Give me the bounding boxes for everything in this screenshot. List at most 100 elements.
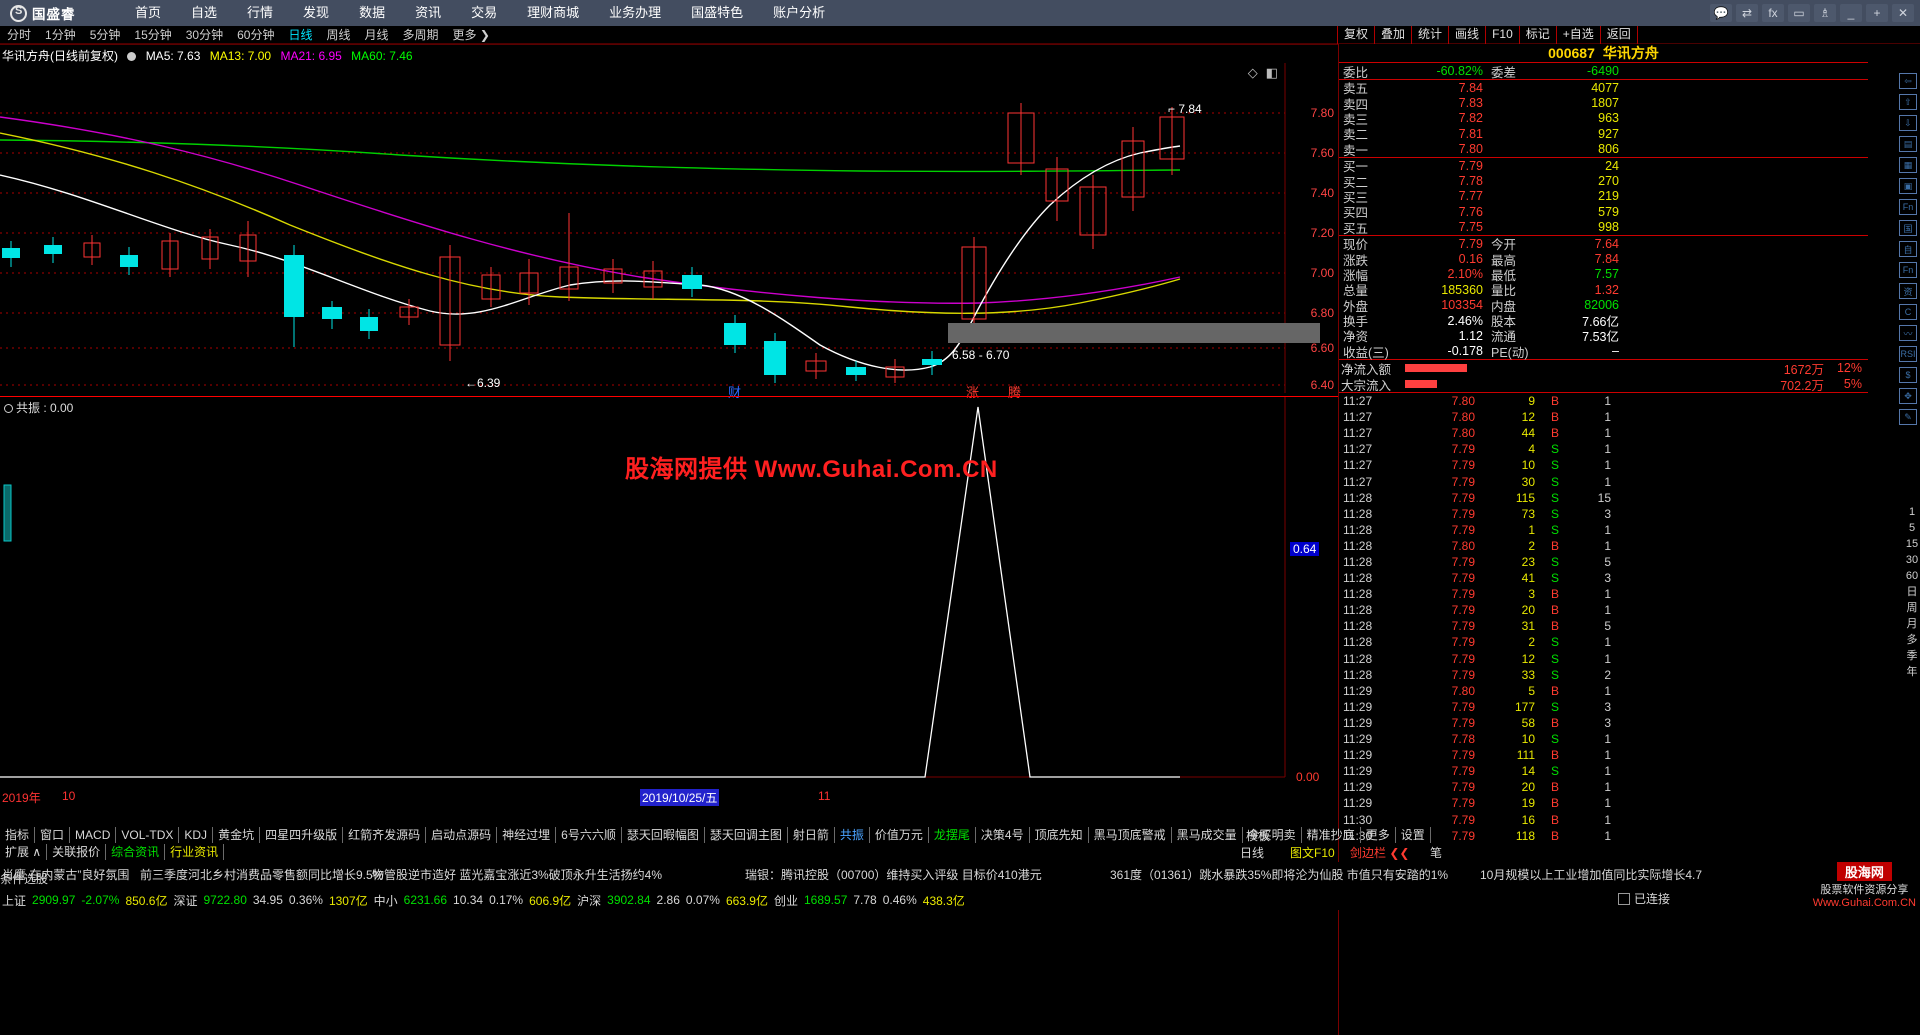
vperiod-季[interactable]: 季	[1907, 648, 1918, 664]
period-月线[interactable]: 月线	[358, 26, 396, 44]
ind-btn-12[interactable]: 瑟天回调主图	[705, 827, 788, 843]
period-60分钟[interactable]: 60分钟	[230, 26, 281, 44]
vperiod-15[interactable]: 15	[1906, 536, 1918, 552]
bid-row[interactable]: 买五 7.75 998	[1339, 220, 1868, 236]
move-icon[interactable]: ✥	[1898, 387, 1918, 405]
tick-row[interactable]: 11:29 7.79 20 B 1	[1339, 779, 1868, 795]
ext-btn-0[interactable]: 扩展 ∧	[0, 844, 48, 860]
pen-button[interactable]: 笔	[1430, 844, 1442, 861]
period-周线[interactable]: 周线	[319, 26, 357, 44]
fn5-icon[interactable]: 资	[1898, 282, 1918, 300]
period-30分钟[interactable]: 30分钟	[179, 26, 230, 44]
tick-row[interactable]: 11:28 7.80 2 B 1	[1339, 538, 1868, 554]
tick-row[interactable]: 11:27 7.79 30 S 1	[1339, 474, 1868, 490]
condition-stock-picker[interactable]: 条件选股	[0, 870, 120, 887]
chart-btn-画线[interactable]: 画线	[1448, 26, 1487, 44]
chart-btn-标记[interactable]: 标记	[1518, 26, 1557, 44]
fn1-icon[interactable]: Fn	[1898, 198, 1918, 216]
ind-btn-8[interactable]: 启动点源码	[426, 827, 498, 843]
ind-btn-0[interactable]: 指标	[0, 827, 36, 843]
bid-row[interactable]: 买四 7.76 579	[1339, 204, 1868, 221]
f10-chart-button[interactable]: 图文F10	[1290, 844, 1335, 861]
ind-btn-16[interactable]: 龙摆尾	[929, 827, 976, 843]
nav-item-3[interactable]: 发现	[288, 0, 344, 26]
tick-row[interactable]: 11:28 7.79 33 S 2	[1339, 667, 1868, 683]
tick-row[interactable]: 11:27 7.80 9 B 1	[1339, 393, 1868, 409]
settings-sliders-icon[interactable]: ⇄	[1736, 4, 1758, 22]
ext-btn-1[interactable]: 关联报价	[47, 844, 107, 860]
vperiod-多[interactable]: 多	[1907, 632, 1918, 648]
vperiod-5[interactable]: 5	[1909, 520, 1915, 536]
chart-btn-复权[interactable]: 复权	[1337, 26, 1376, 44]
minimize-icon[interactable]: _	[1840, 4, 1862, 22]
vperiod-60[interactable]: 60	[1906, 568, 1918, 584]
period-5分钟[interactable]: 5分钟	[83, 26, 128, 44]
condition-picker-label[interactable]: 条件选股	[0, 870, 120, 887]
vperiod-年[interactable]: 年	[1907, 664, 1918, 680]
shirt-icon[interactable]: ♗	[1814, 4, 1836, 22]
ind-btn-18[interactable]: 顶底先知	[1030, 827, 1089, 843]
ext-btn-3[interactable]: 行业资讯	[165, 844, 225, 860]
vperiod-1[interactable]: 1	[1909, 504, 1915, 520]
ask-row[interactable]: 卖一 7.80 806	[1339, 142, 1868, 158]
tick-row[interactable]: 11:27 7.79 10 S 1	[1339, 457, 1868, 473]
fn3-icon[interactable]: 自	[1898, 240, 1918, 258]
ind-btn-22[interactable]: 精准抄底	[1302, 827, 1361, 843]
bid-row[interactable]: 买二 7.78 270	[1339, 173, 1868, 190]
ext-btn-2[interactable]: 综合资讯	[106, 844, 166, 860]
rsi-icon[interactable]: RSI	[1898, 345, 1918, 363]
bid-row[interactable]: 买一 7.79 24	[1339, 158, 1868, 175]
fn2-icon[interactable]: 国	[1898, 219, 1918, 237]
tick-row[interactable]: 11:29 7.79 58 B 3	[1339, 715, 1868, 731]
fn6-icon[interactable]: C	[1898, 303, 1918, 321]
period-分时[interactable]: 分时	[0, 26, 38, 44]
ind-btn-20[interactable]: 黑马成交量	[1172, 827, 1243, 843]
period-15分钟[interactable]: 15分钟	[127, 26, 178, 44]
tick-row[interactable]: 11:28 7.79 115 S 15	[1339, 490, 1868, 506]
vperiod-30[interactable]: 30	[1906, 552, 1918, 568]
report-icon[interactable]: ▤	[1898, 135, 1918, 153]
ind-btn-24[interactable]: 设置	[1396, 827, 1431, 843]
tick-list[interactable]: 11:27 7.80 9 B 1 11:27 7.80 12 B 1 11:27 7.80 44 B 1 11…	[1339, 393, 1868, 844]
news-ticker[interactable]: 肖鹰 在内蒙古”良好氛围 前三季度河北乡村消费品零售额同比增长9.5% 物管股逆市造…	[0, 862, 1920, 890]
ask-row[interactable]: 卖三 7.82 963	[1339, 111, 1868, 127]
ind-btn-15[interactable]: 价值万元	[870, 827, 929, 843]
side-panel-collapse-button[interactable]: 剑边栏 ❮❮	[1350, 844, 1409, 861]
chart-btn-F10[interactable]: F10	[1485, 26, 1520, 44]
dollar-icon[interactable]: $	[1898, 366, 1918, 384]
bid-row[interactable]: 买三 7.77 219	[1339, 189, 1868, 205]
tick-row[interactable]: 11:28 7.79 20 B 1	[1339, 602, 1868, 618]
news-item-3[interactable]: 瑞银：腾讯控股（00700）维持买入评级 目标价410港元	[745, 866, 1042, 883]
vperiod-月[interactable]: 月	[1907, 616, 1918, 632]
chart-btn-返回[interactable]: 返回	[1599, 26, 1638, 44]
ind-btn-1[interactable]: 窗口	[35, 827, 71, 843]
news-item-2[interactable]: 物管股逆市造好 蓝光嘉宝涨近3%破顶永升生活扬约4%	[372, 866, 662, 883]
ind-btn-23[interactable]: 更多	[1361, 827, 1396, 843]
tick-row[interactable]: 11:27 7.80 44 B 1	[1339, 425, 1868, 441]
wave-icon[interactable]: 〰	[1898, 324, 1918, 342]
period-多周期[interactable]: 多周期	[396, 26, 446, 44]
tick-row[interactable]: 11:27 7.80 12 B 1	[1339, 409, 1868, 425]
tick-row[interactable]: 11:29 7.78 10 S 1	[1339, 731, 1868, 747]
nav-item-1[interactable]: 自选	[176, 0, 232, 26]
ind-btn-14[interactable]: 共振	[835, 827, 870, 843]
period-日线[interactable]: 日线	[281, 26, 319, 44]
ind-btn-10[interactable]: 6号六六顺	[556, 827, 622, 843]
message-icon[interactable]: 💬	[1710, 4, 1732, 22]
tick-row[interactable]: 11:30 7.79 16 B 1	[1339, 811, 1868, 827]
ind-btn-4[interactable]: KDJ	[179, 827, 214, 843]
vperiod-日[interactable]: 日	[1907, 584, 1918, 600]
chart-btn-统计[interactable]: 统计	[1411, 26, 1450, 44]
ind-btn-5[interactable]: 黄金坑	[213, 827, 261, 843]
tick-row[interactable]: 11:28 7.79 1 S 1	[1339, 522, 1868, 538]
tick-row[interactable]: 11:29 7.79 111 B 1	[1339, 747, 1868, 763]
function-fx-icon[interactable]: fx	[1762, 4, 1784, 22]
chart-btn-叠加[interactable]: 叠加	[1374, 26, 1413, 44]
tick-row[interactable]: 11:28 7.79 3 B 1	[1339, 586, 1868, 602]
nav-item-8[interactable]: 业务办理	[594, 0, 676, 26]
period-更多 ❯[interactable]: 更多 ❯	[446, 26, 497, 44]
doc-icon[interactable]: ▣	[1898, 177, 1918, 195]
chart-btn-+自选[interactable]: +自选	[1555, 26, 1601, 44]
fn4-icon[interactable]: Fn	[1898, 261, 1918, 279]
tick-row[interactable]: 11:28 7.79 31 B 5	[1339, 618, 1868, 634]
